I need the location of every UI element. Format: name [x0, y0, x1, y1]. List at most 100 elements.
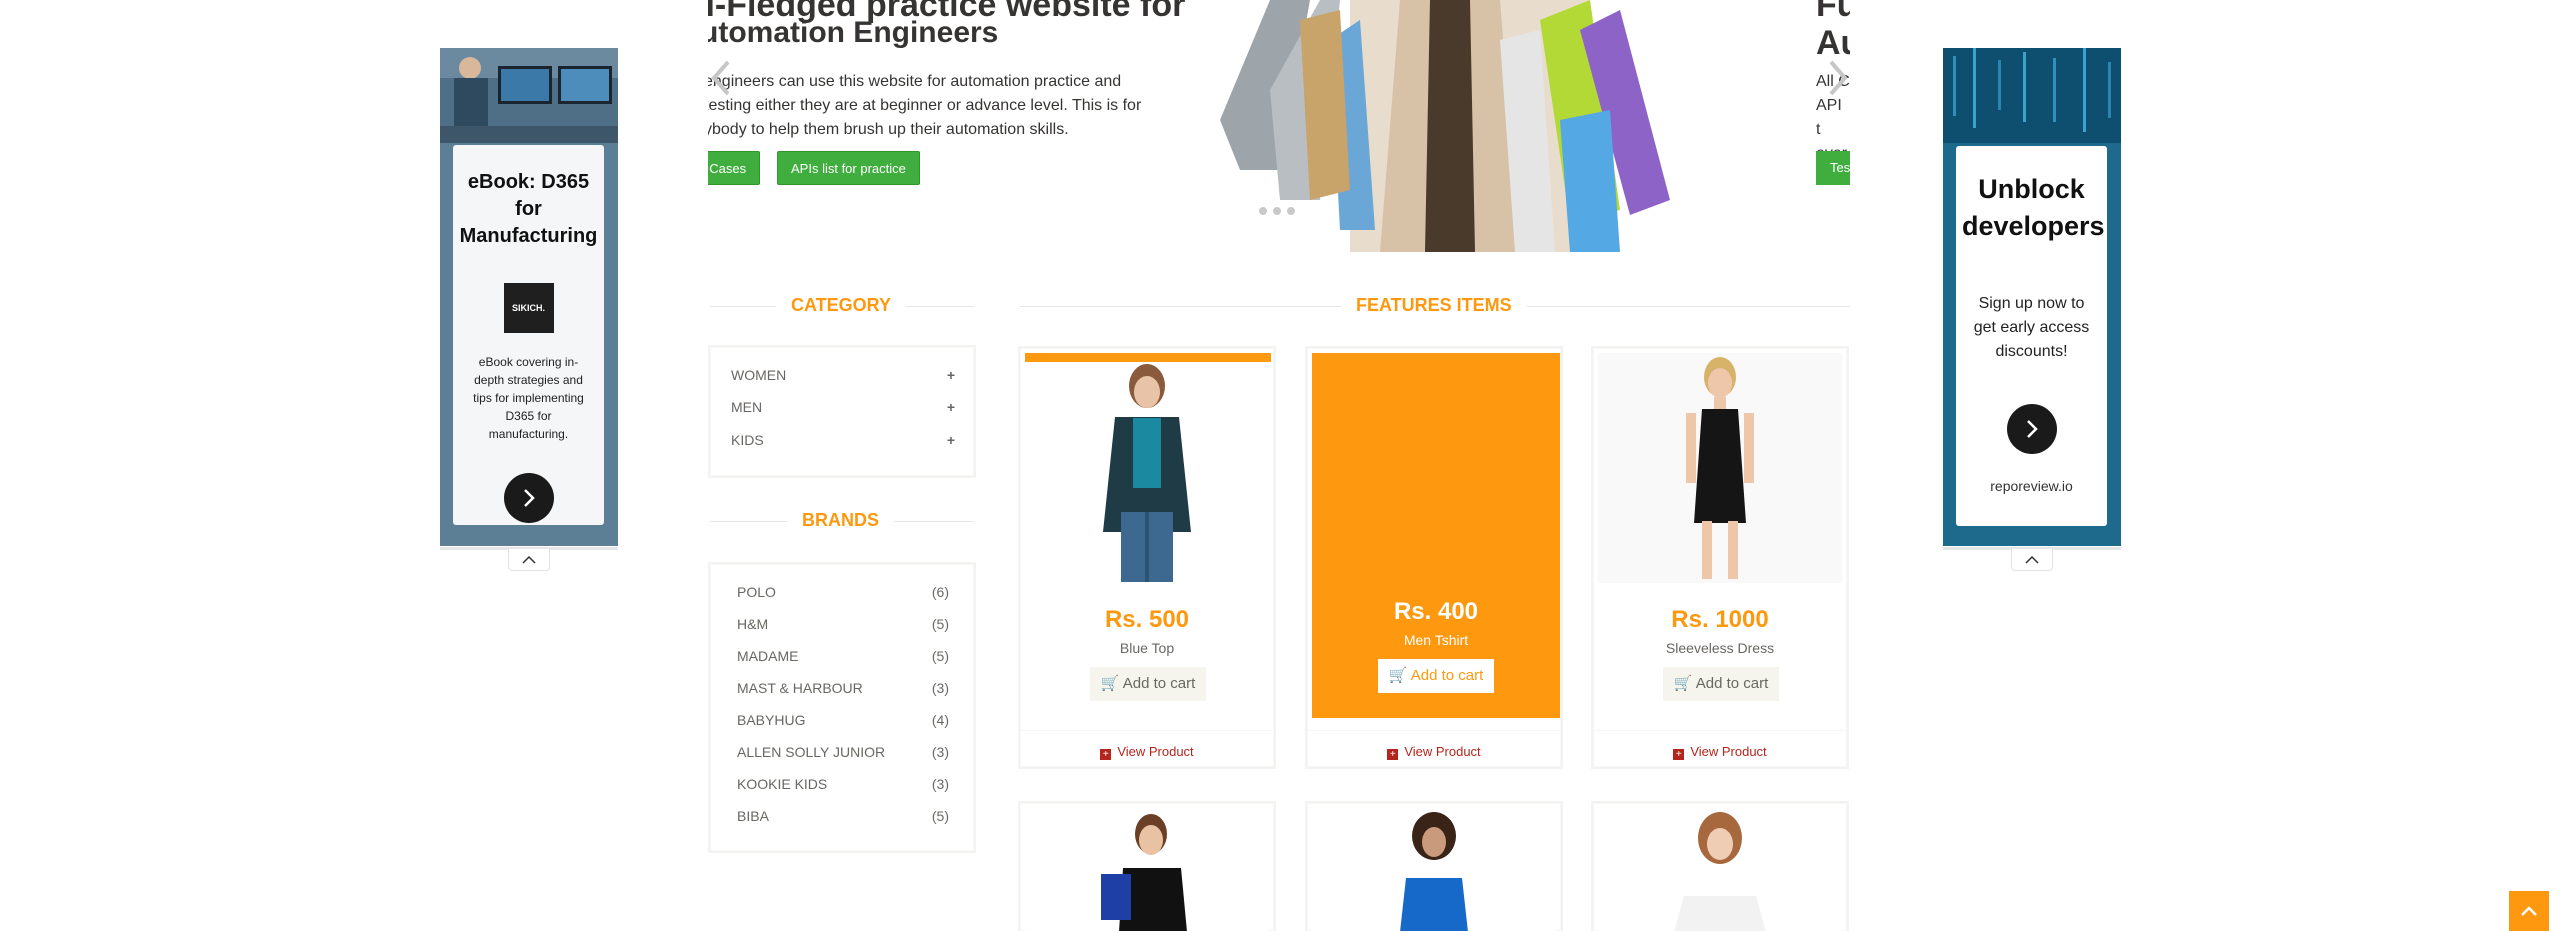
hover-strip	[1025, 353, 1271, 362]
brand-item[interactable]: MAST & HARBOUR (3)	[737, 680, 949, 696]
product-card	[1307, 803, 1561, 931]
ad-title: Unblock developers	[1962, 174, 2105, 241]
ad-domain[interactable]: reporeview.io	[1956, 478, 2107, 494]
product-price: Rs. 400	[1393, 598, 1479, 625]
view-product-label: View Product	[1404, 744, 1481, 759]
cart-icon: 🛒	[1673, 675, 1693, 692]
ad-card: Unblock developers Sign up now to get ea…	[1956, 146, 2107, 526]
product-card: Rs. 400 Men Tshirt 🛒 Add to cart + View P…	[1307, 348, 1561, 767]
product-image	[1598, 808, 1842, 931]
slider-dot[interactable]	[1259, 207, 1267, 215]
plus-icon[interactable]: +	[947, 432, 955, 448]
chevron-left-icon	[711, 60, 730, 96]
ad-description: eBook covering in-depth strategies and t…	[473, 355, 584, 441]
brand-item[interactable]: BABYHUG (4)	[737, 712, 949, 728]
brand-name: BABYHUG	[737, 712, 806, 728]
ad-title: eBook: D365 for Manufacturing	[459, 171, 598, 247]
chevron-up-icon	[2025, 555, 2039, 564]
category-label: KIDS	[731, 432, 764, 448]
category-item-men[interactable]: MEN +	[731, 399, 955, 415]
ad-card: eBook: D365 for Manufacturing SIKICH. eB…	[453, 145, 604, 525]
ad-collapse-button[interactable]	[2011, 549, 2053, 571]
brand-count: (5)	[931, 616, 949, 632]
view-product-link[interactable]: + View Product	[1594, 744, 1846, 760]
category-item-kids[interactable]: KIDS +	[731, 432, 955, 448]
category-title: CATEGORY	[776, 295, 907, 316]
add-to-cart-label: Add to cart	[1695, 675, 1769, 692]
ad-logo: SIKICH.	[503, 283, 554, 333]
product-name: Blue Top	[1119, 640, 1175, 656]
brand-count: (5)	[931, 648, 949, 664]
cart-icon: 🛒	[1100, 675, 1120, 692]
card-divider	[1594, 730, 1846, 731]
product-name: Men Tshirt	[1403, 632, 1469, 648]
slider-next-button[interactable]	[1827, 58, 1851, 98]
product-image	[1025, 362, 1269, 583]
brand-count: (3)	[931, 776, 949, 792]
brands-panel: POLO (6) H&M (5) MADAME (5) MAST & HARBO…	[710, 564, 974, 851]
product-card: Rs. 1000 Sleeveless Dress 🛒 Add to cart …	[1593, 348, 1847, 767]
card-divider	[1308, 730, 1560, 731]
category-panel: WOMEN + MEN + KIDS +	[710, 347, 974, 476]
brand-name: POLO	[737, 584, 776, 600]
chevron-right-icon	[523, 489, 535, 507]
next-slide-button[interactable]: Tes	[1816, 151, 1850, 185]
next-slide-heading-line: Fu	[1816, 0, 1850, 24]
slider-dot[interactable]	[1273, 207, 1281, 215]
scroll-up-button[interactable]	[2509, 891, 2549, 931]
view-product-label: View Product	[1117, 744, 1194, 759]
slide-text-line: testing either they are at beginner or a…	[708, 97, 1142, 114]
brand-item[interactable]: MADAME (5)	[737, 648, 949, 664]
ad-next-button[interactable]	[2006, 404, 2057, 454]
brand-item[interactable]: ALLEN SOLLY JUNIOR (3)	[737, 744, 949, 760]
next-slide-heading-line: Au	[1816, 24, 1850, 62]
product-card: Rs. 500 Blue Top 🛒 Add to cart + View Pro…	[1020, 348, 1274, 767]
cart-icon: 🛒	[1388, 667, 1408, 684]
chevron-right-icon	[1829, 60, 1848, 96]
brand-count: (6)	[931, 584, 949, 600]
ad-photo	[440, 48, 618, 143]
product-price: Rs. 1000	[1671, 606, 1769, 633]
slider-prev-button[interactable]	[708, 58, 732, 98]
add-to-cart-button[interactable]: 🛒 Add to cart	[1663, 667, 1779, 701]
product-card	[1020, 803, 1274, 931]
add-to-cart-button[interactable]: 🛒 Add to cart	[1090, 667, 1206, 701]
hero-slider: ll-Fledged practice website for utomatio…	[708, 0, 1850, 252]
view-product-link[interactable]: + View Product	[1021, 744, 1273, 760]
product-image	[1312, 808, 1556, 931]
product-name: Sleeveless Dress	[1665, 640, 1775, 656]
plus-icon[interactable]: +	[947, 399, 955, 415]
category-item-women[interactable]: WOMEN +	[731, 367, 955, 383]
brand-name: KOOKIE KIDS	[737, 776, 828, 792]
view-product-label: View Product	[1690, 744, 1767, 759]
product-card	[1593, 803, 1847, 931]
brand-name: MADAME	[737, 648, 799, 664]
brand-item[interactable]: H&M (5)	[737, 616, 949, 632]
ad-next-button[interactable]	[503, 473, 554, 523]
ad-description: Sign up now to get early access discount…	[1973, 295, 2090, 360]
slider-dot[interactable]	[1287, 207, 1295, 215]
left-ad-banner[interactable]: ▷✕ eBook: D365 for Manufacturing SIKICH.…	[440, 48, 618, 546]
test-cases-button[interactable]: t Cases	[708, 151, 761, 185]
brand-name: MAST & HARBOUR	[737, 680, 863, 696]
ad-collapse-button[interactable]	[508, 549, 550, 571]
plus-icon[interactable]: +	[947, 367, 955, 383]
brand-name: H&M	[737, 616, 769, 632]
chevron-up-icon	[2521, 906, 2537, 916]
chevron-up-icon	[522, 555, 536, 564]
brand-item[interactable]: BIBA (5)	[737, 808, 949, 824]
add-to-cart-label: Add to cart	[1122, 675, 1196, 692]
add-to-cart-button[interactable]: 🛒 Add to cart	[1378, 659, 1494, 693]
brand-item[interactable]: KOOKIE KIDS (3)	[737, 776, 949, 792]
brand-item[interactable]: POLO (6)	[737, 584, 949, 600]
slide-heading-line2: utomation Engineers	[708, 16, 999, 49]
apis-list-button[interactable]: APIs list for practice	[777, 151, 920, 185]
brand-count: (3)	[931, 680, 949, 696]
view-product-link[interactable]: + View Product	[1308, 744, 1560, 760]
product-overlay: Rs. 400 Men Tshirt 🛒 Add to cart	[1312, 353, 1560, 718]
card-divider	[1021, 730, 1273, 731]
product-price: Rs. 500	[1104, 606, 1190, 633]
slide-text: engineers can use this website for autom…	[708, 70, 1154, 142]
right-ad-banner[interactable]: ▷✕ Unblock developers Sign up now to get…	[1943, 48, 2121, 546]
product-image	[1025, 808, 1269, 931]
